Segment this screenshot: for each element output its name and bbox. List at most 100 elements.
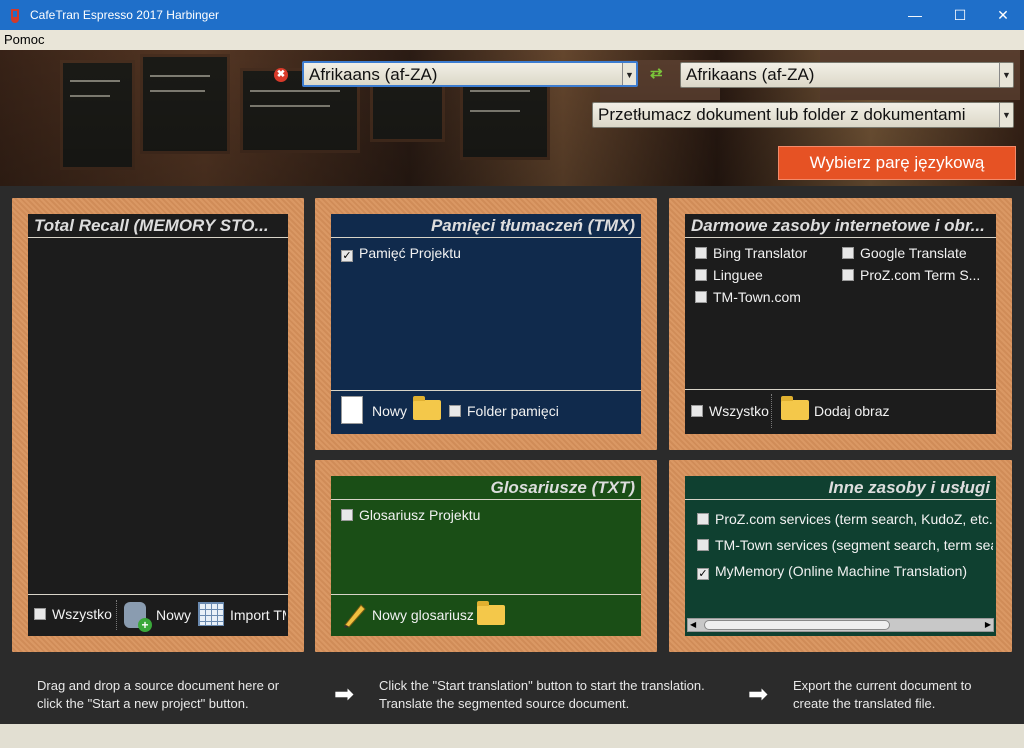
panel-title: Inne zasoby i usługi <box>685 476 996 500</box>
menu-help[interactable]: Pomoc <box>4 32 44 47</box>
tmx-panel: Pamięci tłumaczeń (TMX) ✓ Pamięć Projektu… <box>315 198 657 450</box>
checkbox-box <box>691 405 703 417</box>
select-all-checkbox[interactable]: Wszystko <box>34 606 112 622</box>
free-resources-content: Darmowe zasoby internetowe i obr... Bing… <box>685 214 996 434</box>
chevron-down-icon: ▼ <box>999 63 1013 87</box>
checkbox-label: Wszystko <box>709 403 769 419</box>
project-mode-value: Przetłumacz dokument lub folder z dokume… <box>598 105 966 124</box>
scrollbar-thumb[interactable] <box>704 620 890 630</box>
title-bar: CafeTran Espresso 2017 Harbinger — ☐ ✕ <box>0 0 1024 30</box>
source-language-select[interactable]: Afrikaans (af-ZA) ▼ <box>302 61 638 87</box>
checkbox-box <box>34 608 46 620</box>
hint-step-2: Click the "Start translation" button to … <box>379 677 705 713</box>
chevron-down-icon: ▼ <box>999 103 1013 127</box>
divider <box>28 594 288 595</box>
import-tm-button[interactable]: Import TM <box>230 607 286 623</box>
panel-title: Total Recall (MEMORY STO... <box>28 214 288 238</box>
hint-line: Translate the segmented source document. <box>379 696 630 711</box>
hint-line: Click the "Start translation" button to … <box>379 678 705 693</box>
pencil-icon[interactable] <box>341 601 369 629</box>
glossaries-content: Glosariusze (TXT) Glosariusz Projektu No… <box>331 476 641 636</box>
close-button[interactable]: ✕ <box>980 0 1024 30</box>
maximize-button[interactable]: ☐ <box>937 0 983 30</box>
hint-line: Drag and drop a source document here or <box>37 678 280 693</box>
app-logo-icon <box>11 9 19 23</box>
divider <box>331 390 641 391</box>
new-memory-button[interactable]: Nowy <box>156 607 191 623</box>
add-image-button[interactable]: Dodaj obraz <box>814 403 890 419</box>
select-language-pair-button[interactable]: Wybierz parę językową <box>778 146 1016 180</box>
menu-bar: Pomoc <box>0 30 1024 50</box>
memory-folder-checkbox[interactable]: Folder pamięci <box>449 403 559 419</box>
checkbox-label: ProZ.com services (term search, KudoZ, e… <box>715 511 993 527</box>
checkbox-label: TM-Town.com <box>713 289 801 305</box>
checkbox-box <box>695 247 707 259</box>
tmx-content: Pamięci tłumaczeń (TMX) ✓ Pamięć Projektu… <box>331 214 641 434</box>
checkbox-label: ProZ.com Term S... <box>860 267 981 283</box>
checkbox-label: Wszystko <box>52 606 112 622</box>
folder-icon[interactable] <box>413 396 441 420</box>
total-recall-content: Total Recall (MEMORY STO... Wszystko Now… <box>28 214 288 636</box>
free-resources-panel: Darmowe zasoby internetowe i obr... Bing… <box>669 198 1012 450</box>
hint-line: Export the current document to <box>793 678 972 693</box>
target-language-select[interactable]: Afrikaans (af-ZA) ▼ <box>680 62 1014 88</box>
horizontal-scrollbar[interactable]: ◀ ▶ <box>687 618 994 632</box>
bing-translator-checkbox[interactable]: Bing Translator <box>695 245 807 261</box>
window-title: CafeTran Espresso 2017 Harbinger <box>30 8 219 22</box>
project-mode-select[interactable]: Przetłumacz dokument lub folder z dokume… <box>592 102 1014 128</box>
glossaries-panel: Glosariusze (TXT) Glosariusz Projektu No… <box>315 460 657 652</box>
proz-term-search-checkbox[interactable]: ProZ.com Term S... <box>842 267 980 283</box>
status-bar <box>0 724 1024 748</box>
checkbox-box <box>695 291 707 303</box>
tm-town-checkbox[interactable]: TM-Town.com <box>695 289 801 305</box>
new-glossary-button[interactable]: Nowy glosariusz <box>372 607 474 623</box>
project-memory-checkbox[interactable]: ✓ Pamięć Projektu <box>341 245 461 262</box>
folder-icon[interactable] <box>477 601 505 625</box>
source-language-value: Afrikaans (af-ZA) <box>309 65 438 84</box>
checkbox-label: Pamięć Projektu <box>359 245 461 261</box>
proz-services-checkbox[interactable]: ProZ.com services (term search, KudoZ, e… <box>697 511 993 527</box>
divider <box>685 389 996 390</box>
hint-line: click the "Start a new project" button. <box>37 696 249 711</box>
select-all-checkbox[interactable]: Wszystko <box>691 403 769 419</box>
other-services-panel: Inne zasoby i usługi ProZ.com services (… <box>669 460 1012 652</box>
linguee-checkbox[interactable]: Linguee <box>695 267 763 283</box>
panel-title: Pamięci tłumaczeń (TMX) <box>331 214 641 238</box>
panel-title: Darmowe zasoby internetowe i obr... <box>685 214 996 238</box>
google-translate-checkbox[interactable]: Google Translate <box>842 245 967 261</box>
checkbox-box <box>697 513 709 525</box>
checkbox-box <box>842 247 854 259</box>
project-glossary-checkbox[interactable]: Glosariusz Projektu <box>341 507 480 523</box>
total-recall-panel: Total Recall (MEMORY STO... Wszystko Now… <box>12 198 304 652</box>
hint-step-3: Export the current document to create th… <box>793 677 971 713</box>
divider <box>331 594 641 595</box>
checkbox-label: Folder pamięci <box>467 403 559 419</box>
panel-title: Glosariusze (TXT) <box>331 476 641 500</box>
chevron-down-icon: ▼ <box>622 63 636 85</box>
new-document-icon[interactable] <box>341 396 363 424</box>
scroll-left-icon[interactable]: ◀ <box>690 619 696 631</box>
arrow-right-icon: ➡ <box>334 681 355 708</box>
checkbox-checked: ✓ <box>341 250 353 262</box>
checkbox-box <box>341 509 353 521</box>
clear-icon[interactable]: ✖ <box>274 68 288 82</box>
checkbox-label: Bing Translator <box>713 245 808 261</box>
divider <box>116 600 117 630</box>
checkbox-box <box>697 539 709 551</box>
checkbox-checked: ✓ <box>697 568 709 580</box>
add-image-folder-icon[interactable] <box>781 396 809 420</box>
tm-town-services-checkbox[interactable]: TM-Town services (segment search, term s… <box>697 537 993 553</box>
mymemory-checkbox[interactable]: ✓ MyMemory (Online Machine Translation) <box>697 563 993 580</box>
swap-languages-icon[interactable]: ⇄ <box>650 66 666 82</box>
scroll-right-icon[interactable]: ▶ <box>985 619 991 631</box>
checkbox-label: Glosariusz Projektu <box>359 507 481 523</box>
arrow-right-icon: ➡ <box>748 681 769 708</box>
new-tmx-button[interactable]: Nowy <box>372 403 407 419</box>
minimize-button[interactable]: — <box>892 0 938 30</box>
checkbox-box <box>449 405 461 417</box>
checkbox-label: MyMemory (Online Machine Translation) <box>715 563 968 579</box>
other-services-content: Inne zasoby i usługi ProZ.com services (… <box>685 476 996 636</box>
new-database-icon[interactable] <box>124 602 152 632</box>
import-table-icon[interactable] <box>198 602 224 626</box>
checkbox-box <box>695 269 707 281</box>
